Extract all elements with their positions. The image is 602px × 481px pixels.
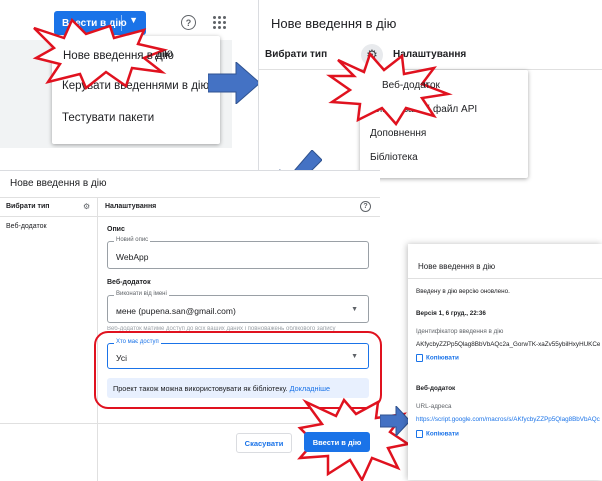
select-type-label: Вибрати тип [265, 49, 328, 60]
dialog-title: Нове введення в дію [10, 178, 107, 189]
help-glyph: ? [185, 17, 192, 28]
deployment-id-label: Ідентифікатор введення в дію [416, 328, 504, 335]
help-icon[interactable]: ? [360, 201, 371, 212]
copy-deployment-id-button[interactable]: Копіювати [416, 354, 459, 362]
updated-text: Введену в дію версію оновлено. [416, 288, 510, 295]
copy-label: Копіювати [426, 354, 459, 362]
execute-as-value: мене (pupena.san@gmail.com) [116, 306, 236, 316]
copy-url-button[interactable]: Копіювати [416, 430, 459, 438]
version-label: Версія 1, 6 груд., 22:36 [416, 310, 486, 317]
description-value: WebApp [116, 252, 149, 262]
apps-grid-icon[interactable] [213, 16, 226, 29]
menu-item-addon[interactable]: Доповнення [360, 128, 528, 139]
menu-item-library[interactable]: Бібліотека [360, 152, 528, 163]
execute-as-label: Виконати від імені [114, 291, 169, 297]
execute-as-select[interactable]: Виконати від імені мене (pupena.san@gmai… [107, 291, 369, 323]
copy-icon [416, 430, 423, 438]
right-arrow-annotation [208, 62, 260, 104]
deploy-submit-button[interactable]: Ввести в дію [304, 432, 370, 452]
copy-label: Копіювати [426, 430, 459, 438]
starburst-label-new-deployment: Нове введення в дію [63, 50, 174, 62]
deployment-result-panel: Нове введення в дію Введену в дію версію… [408, 244, 602, 480]
select-type-label: Вибрати тип [6, 203, 50, 210]
starburst-label-web-app: Веб-додаток [382, 80, 440, 91]
description-heading: Опис [107, 226, 125, 233]
red-highlight-ring [94, 331, 382, 409]
gear-icon[interactable]: ⚙ [83, 202, 90, 211]
divider [98, 216, 380, 217]
webapp-heading: Веб-додаток [107, 279, 151, 286]
settings-label: Налаштування [105, 203, 157, 210]
cancel-button[interactable]: Скасувати [236, 433, 292, 453]
copy-icon [416, 354, 423, 362]
description-field[interactable]: Новий опис WebApp [107, 237, 369, 269]
caret-down-icon: ▼ [351, 306, 358, 313]
dialog-title: Нове введення в дію [418, 262, 496, 271]
webapp-heading: Веб-додаток [416, 385, 456, 392]
divider [0, 216, 98, 217]
dialog-title: Нове введення в дію [271, 16, 397, 31]
webapp-url-link[interactable]: https://script.google.com/macros/s/AKfyc… [416, 416, 602, 423]
description-label: Новий опис [114, 237, 151, 243]
menu-item-test-deployments[interactable]: Тестувати пакети [52, 112, 220, 124]
sidebar-item-web-app[interactable]: Веб-додаток [6, 223, 47, 230]
divider [408, 278, 602, 279]
deployment-id-value: AKfycbyZZPp5Qlag8BbVbAQc2a_GorwTK-xaZv55… [416, 341, 600, 348]
type-sidebar: Вибрати тип ⚙ Веб-додаток [0, 197, 98, 481]
right-arrow-annotation [380, 406, 410, 436]
url-label: URL-адреса [416, 403, 452, 410]
